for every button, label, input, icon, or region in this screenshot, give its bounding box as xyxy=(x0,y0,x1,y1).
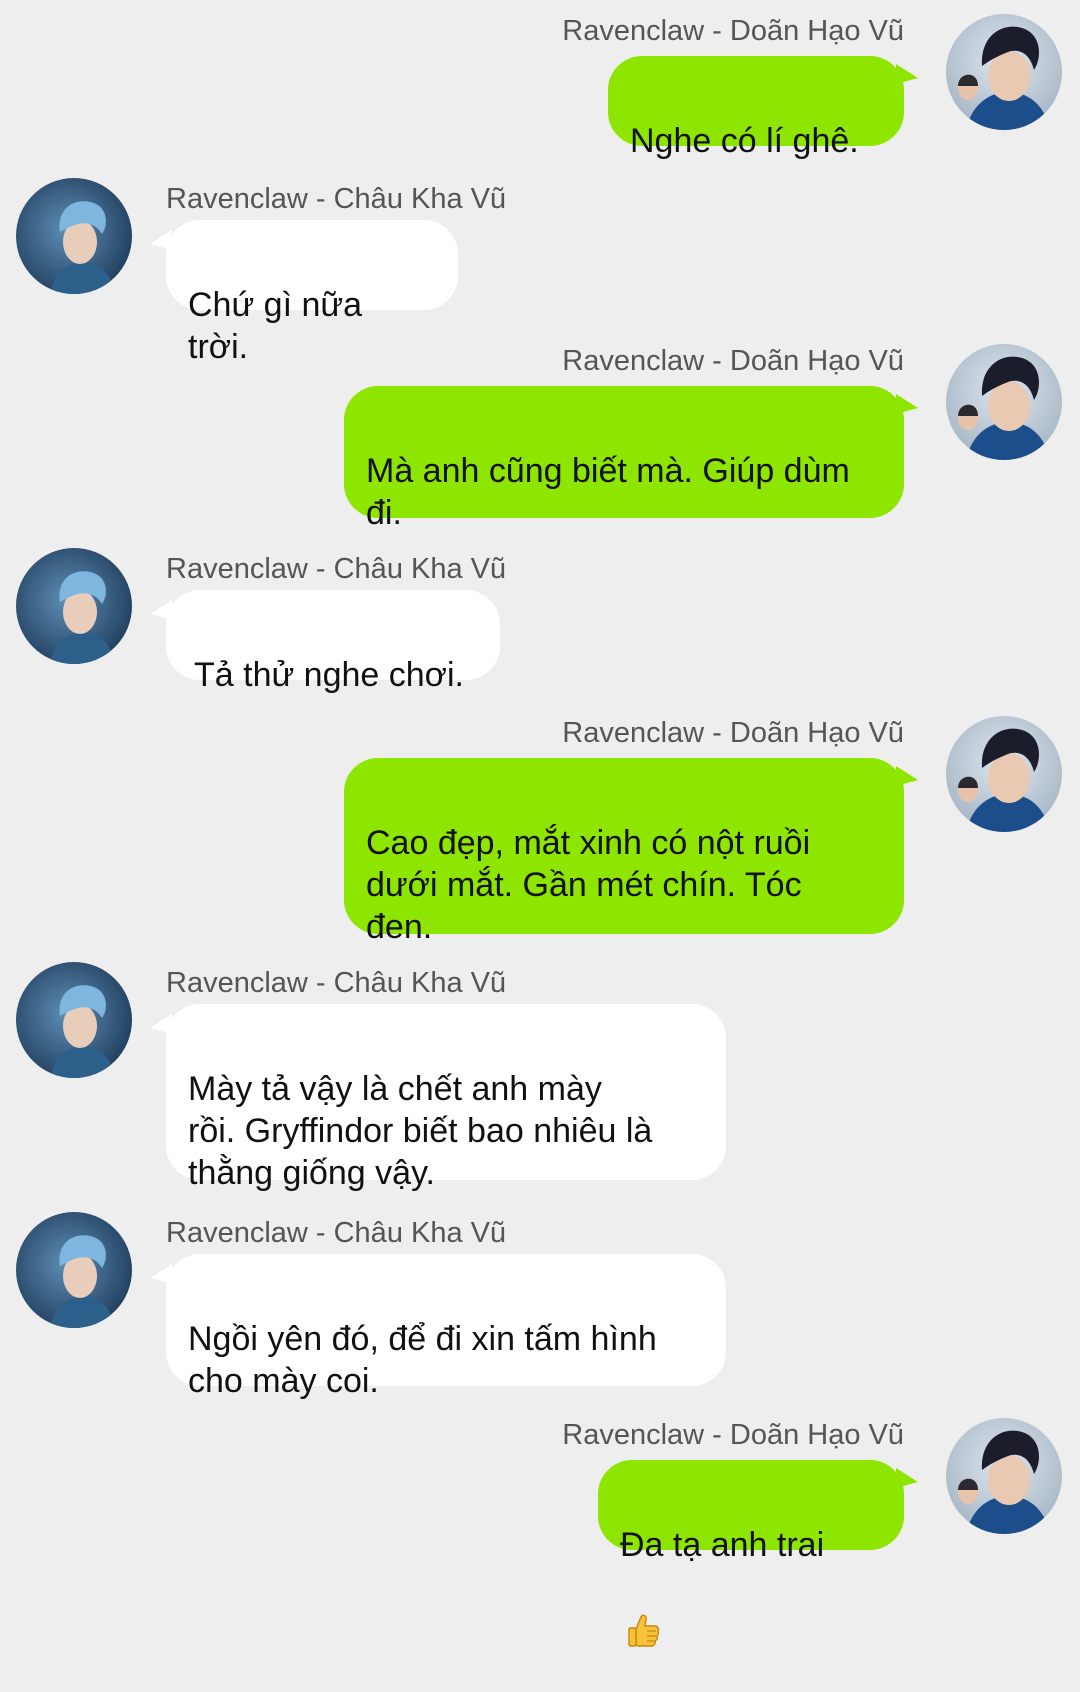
sender-name: Ravenclaw - Doãn Hạo Vũ xyxy=(562,345,904,377)
avatar-photo-boy-icon xyxy=(946,716,1062,832)
message-text: Nghe có lí ghê. xyxy=(630,122,859,160)
avatar-photo-boy-icon xyxy=(946,14,1062,130)
message-bubble[interactable]: Đa tạ anh trai xyxy=(598,1460,918,1647)
message-text: Cao đẹp, mắt xinh có nột ruồi dưới mắt. … xyxy=(366,824,811,946)
sender-name: Ravenclaw - Châu Kha Vũ xyxy=(166,183,507,215)
message-text: Tả thử nghe chơi. xyxy=(194,656,464,694)
avatar[interactable] xyxy=(16,1212,132,1328)
sender-name: Ravenclaw - Châu Kha Vũ xyxy=(166,967,507,999)
avatar-photo-blue-hair-icon xyxy=(16,548,132,664)
message-bubble[interactable]: Chứ gì nữa trời. xyxy=(150,220,458,366)
avatar-photo-blue-hair-icon xyxy=(16,1212,132,1328)
avatar[interactable] xyxy=(16,962,132,1078)
avatar[interactable] xyxy=(946,14,1062,130)
avatar-photo-boy-icon xyxy=(946,1418,1062,1534)
sender-name: Ravenclaw - Doãn Hạo Vũ xyxy=(562,15,904,47)
message-bubble[interactable]: Tả thử nghe chơi. xyxy=(150,590,500,694)
chat-thread: Ravenclaw - Doãn Hạo Vũ Nghe có lí ghê. xyxy=(0,0,1080,1647)
message-text: Mày tả vậy là chết anh mày rồi. Gryffind… xyxy=(188,1070,653,1192)
avatar[interactable] xyxy=(946,716,1062,832)
message-text: Mà anh cũng biết mà. Giúp dùm đi. xyxy=(366,452,850,532)
avatar-photo-boy-icon xyxy=(946,344,1062,460)
avatar[interactable] xyxy=(946,344,1062,460)
sender-name: Ravenclaw - Doãn Hạo Vũ xyxy=(562,717,904,749)
sender-name: Ravenclaw - Châu Kha Vũ xyxy=(166,1217,507,1249)
avatar-photo-blue-hair-icon xyxy=(16,178,132,294)
avatar-photo-blue-hair-icon xyxy=(16,962,132,1078)
message-bubble[interactable]: Cao đẹp, mắt xinh có nột ruồi dưới mắt. … xyxy=(344,758,918,946)
message-text: Đa tạ anh trai xyxy=(620,1526,825,1564)
sender-name: Ravenclaw - Doãn Hạo Vũ xyxy=(562,1419,904,1451)
message-bubble[interactable]: Mày tả vậy là chết anh mày rồi. Gryffind… xyxy=(150,1004,726,1192)
message-text: Ngồi yên đó, để đi xin tấm hình cho mày … xyxy=(188,1320,657,1400)
avatar[interactable] xyxy=(16,548,132,664)
message-bubble[interactable]: Ngồi yên đó, để đi xin tấm hình cho mày … xyxy=(150,1254,726,1400)
message-bubble[interactable]: Mà anh cũng biết mà. Giúp dùm đi. xyxy=(344,386,918,532)
avatar[interactable] xyxy=(16,178,132,294)
avatar[interactable] xyxy=(946,1418,1062,1534)
message-text: Chứ gì nữa trời. xyxy=(188,286,363,366)
sender-name: Ravenclaw - Châu Kha Vũ xyxy=(166,553,507,585)
message-bubble[interactable]: Nghe có lí ghê. xyxy=(608,56,918,160)
thumbs-up-icon xyxy=(626,1570,660,1647)
